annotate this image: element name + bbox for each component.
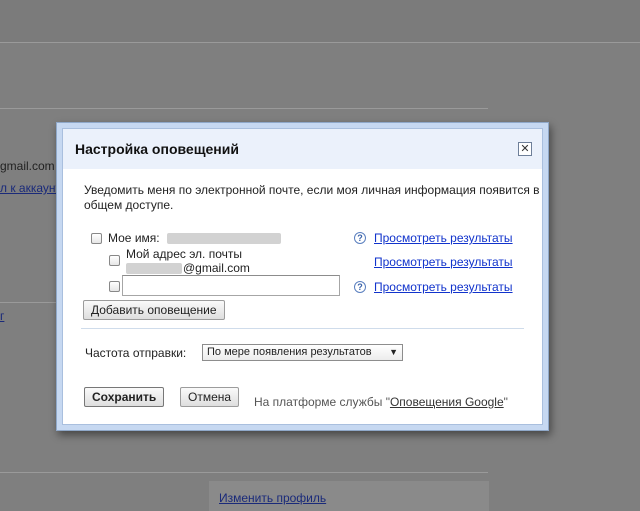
email-domain: @gmail.com — [183, 261, 250, 275]
background-link-fragment: г — [0, 309, 5, 323]
frequency-select[interactable]: По мере появления результатов ▼ — [202, 344, 403, 361]
background-divider — [0, 42, 640, 43]
view-results-link-email[interactable]: Просмотреть результаты — [374, 255, 513, 269]
add-alert-button[interactable]: Добавить оповещение — [83, 300, 225, 320]
dialog-description: Уведомить меня по электронной почте, есл… — [84, 183, 540, 212]
dialog-header: Настройка оповещений ✕ — [63, 129, 542, 169]
custom-alert-input[interactable] — [122, 275, 340, 296]
dialog-title: Настройка оповещений — [75, 141, 239, 157]
help-icon[interactable]: ? — [354, 281, 366, 293]
background-edit-profile-link: Изменить профиль — [219, 491, 327, 505]
frequency-selected-value: По мере появления результатов — [207, 346, 372, 358]
my-name-checkbox[interactable] — [91, 233, 102, 244]
save-button[interactable]: Сохранить — [84, 387, 165, 407]
powered-by-suffix: " — [503, 395, 508, 409]
custom-alert-checkbox[interactable] — [109, 281, 120, 292]
view-results-link-custom[interactable]: Просмотреть результаты — [374, 280, 513, 294]
powered-by-text: На платформе службы "Оповещения Google" — [254, 395, 508, 409]
alerts-settings-dialog: Настройка оповещений ✕ Уведомить меня по… — [56, 122, 549, 431]
redacted-name — [167, 233, 281, 244]
help-icon[interactable]: ? — [354, 232, 366, 244]
background-divider — [0, 302, 56, 303]
dropdown-arrow-icon: ▼ — [389, 347, 398, 357]
my-email-checkbox[interactable] — [109, 255, 120, 266]
background-email-text: gmail.com — [0, 159, 55, 173]
view-results-link-name[interactable]: Просмотреть результаты — [374, 231, 513, 245]
frequency-label: Частота отправки: — [85, 346, 187, 360]
background-header — [0, 0, 640, 42]
redacted-email — [126, 263, 182, 274]
background-account-link: л к аккаунт — [0, 181, 62, 195]
google-alerts-link[interactable]: Оповещения Google — [390, 395, 504, 409]
my-email-label: Мой адрес эл. почты — [126, 247, 243, 261]
dialog-divider — [81, 328, 524, 329]
background-divider — [0, 108, 488, 109]
powered-by-prefix: На платформе службы " — [254, 395, 390, 409]
dialog-body: Настройка оповещений ✕ Уведомить меня по… — [62, 128, 543, 425]
close-icon[interactable]: ✕ — [518, 142, 532, 156]
my-name-label: Мое имя: — [108, 231, 160, 245]
background-divider — [0, 472, 488, 473]
cancel-button[interactable]: Отмена — [180, 387, 240, 407]
